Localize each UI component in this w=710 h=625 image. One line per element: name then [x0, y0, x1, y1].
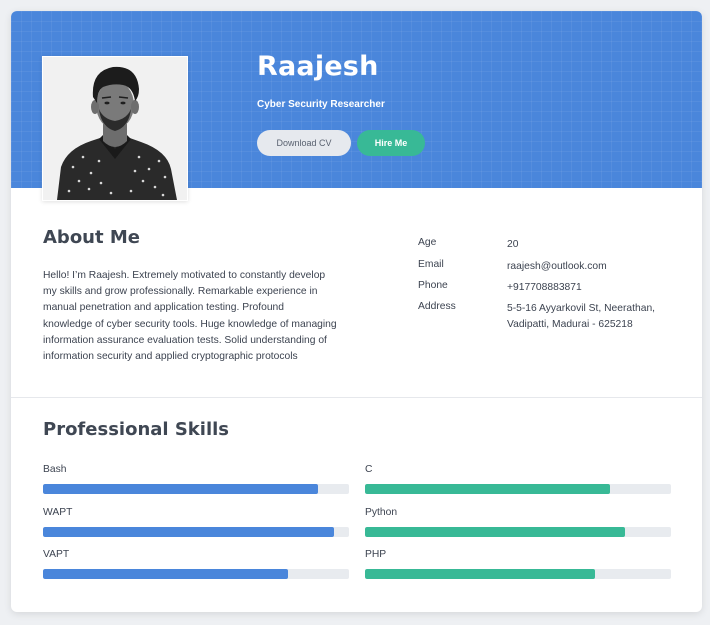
section-divider: [11, 397, 702, 398]
skill-fill: [365, 527, 626, 537]
info-label: Address: [418, 301, 456, 312]
profile-title: Cyber Security Researcher: [257, 99, 385, 110]
skill-track: [43, 527, 349, 537]
info-value-line: raajesh@outlook.com: [507, 261, 607, 272]
info-label: Age: [418, 237, 437, 248]
skill-label: PHP: [365, 549, 387, 560]
download-cv-button[interactable]: Download CV: [257, 130, 351, 156]
skill-fill: [43, 569, 288, 579]
info-label: Phone: [418, 280, 448, 291]
about-line: Hello! I’m Raajesh. Extremely motivated …: [43, 270, 326, 281]
info-value: 5-5-16 Ayyarkovil St, Neerathan, Vadipat…: [507, 301, 677, 333]
hire-me-button[interactable]: Hire Me: [357, 130, 425, 156]
skill-label: VAPT: [43, 549, 70, 560]
info-value: +917708883871: [507, 280, 677, 296]
skills-heading: Professional Skills: [43, 419, 229, 440]
info-value-line: +917708883871: [507, 282, 582, 293]
skill-label: C: [365, 464, 373, 475]
skill-track: [365, 527, 671, 537]
skill-track: [365, 569, 671, 579]
skill-track: [43, 569, 349, 579]
about-heading: About Me: [43, 227, 140, 248]
about-line: information assurance evaluation tests. …: [43, 334, 327, 346]
skill-fill: [365, 484, 610, 494]
skill-track: [43, 484, 349, 494]
skill-fill: [43, 527, 334, 537]
profile-card: Raajesh Cyber Security Researcher Downlo…: [11, 11, 702, 612]
info-value-line: 5-5-16 Ayyarkovil St, Neerathan,: [507, 303, 656, 314]
about-line: manual penetration and application testi…: [43, 302, 285, 314]
about-text: Hello! I’m Raajesh. Extremely motivated …: [43, 268, 353, 365]
info-value-line: 20: [507, 239, 519, 250]
profile-name: Raajesh: [257, 51, 379, 82]
skill-label: WAPT: [43, 507, 73, 518]
skill-fill: [43, 484, 319, 494]
info-value: 20: [507, 237, 677, 253]
profile-photo-frame: [42, 56, 188, 201]
about-line: my skills and grow professionally. Remar…: [43, 286, 318, 298]
profile-photo: [43, 57, 187, 200]
portrait-image: [43, 57, 187, 200]
skill-label: Python: [365, 507, 398, 518]
skill-track: [365, 484, 671, 494]
skill-fill: [365, 569, 595, 579]
info-value: raajesh@outlook.com: [507, 259, 677, 275]
info-value-line: Vadipatti, Madurai - 625218: [507, 319, 633, 330]
info-label: Email: [418, 259, 444, 270]
about-line: information security and applied cryptog…: [43, 351, 298, 363]
about-line: knowledge of cyber security tools. Huge …: [43, 318, 337, 330]
skill-label: Bash: [43, 464, 67, 475]
